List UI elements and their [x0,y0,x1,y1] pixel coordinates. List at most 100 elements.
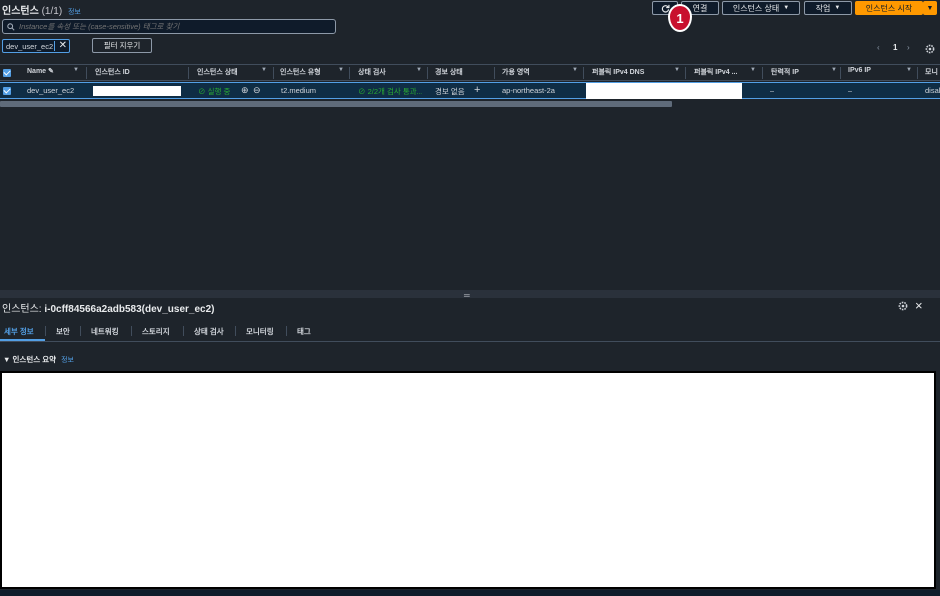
table-row[interactable]: dev_user_ec2 ⊘ 실행 중 ⊕ ⊖ t2.medium ⊘ 2/2개… [0,82,940,99]
column-header[interactable]: Name ✎ ▼ [27,67,79,79]
launch-instances-button[interactable]: 인스턴스 시작 [855,1,923,15]
sort-icon: ▼ [416,67,422,73]
instances-panel: 인스턴스 (1/1) 정보 연결 인스턴스 상태 ▼ 작업 ▼ 인스턴스 시작 ▼ … [0,0,940,290]
bottom-bar [0,590,940,596]
scrollbar-thumb[interactable] [0,101,672,107]
chevron-right-icon[interactable]: › [907,43,910,52]
sort-icon: ▼ [73,67,79,73]
availability-zone: ap-northeast-2a [502,86,555,95]
info-link[interactable]: 정보 [68,9,81,16]
active-tab-indicator [0,339,45,341]
check-circle-icon: ⊘ [198,87,206,96]
ipv6-ip: – [848,86,853,95]
edit-icon: ✎ [48,68,54,75]
select-all-checkbox[interactable] [3,69,11,77]
gear-icon[interactable] [925,44,935,54]
actions-dropdown[interactable]: 작업 ▼ [804,1,852,15]
redacted-summary [0,371,936,589]
add-alarm-icon[interactable]: + [474,84,480,96]
tab-status-checks[interactable]: 상태 검사 [194,326,224,337]
row-checkbox[interactable] [3,87,11,95]
detail-title: 인스턴스: i-0cff84566a2adb583(dev_user_ec2) [2,304,215,315]
annotation-marker: 1 [668,4,692,32]
close-icon[interactable]: ✕ [59,40,67,51]
chevron-left-icon[interactable]: ‹ [877,43,880,52]
column-header[interactable]: 퍼블릭 IPv4 ... ▼ [694,67,756,79]
zoom-out-icon[interactable]: ⊖ [253,85,261,96]
search-input[interactable] [19,22,329,31]
caret-down-icon: ▼ [926,4,934,12]
tab-tags[interactable]: 태그 [297,326,311,337]
redacted-public-dns [586,83,742,99]
sort-icon: ▼ [831,67,837,73]
status-check: ⊘ 2/2개 검사 통과... [358,87,422,96]
launch-options-button[interactable]: ▼ [923,1,937,15]
page-title: 인스턴스 (1/1) 정보 [2,6,81,17]
instance-name: dev_user_ec2 [27,86,75,95]
sort-icon: ▼ [674,67,680,73]
column-header[interactable]: 상태 검사 ▼ [358,67,422,79]
column-divider [273,67,274,79]
column-divider [917,67,918,79]
instance-summary-header[interactable]: ▼ 인스턴스 요약 정보 [3,354,74,365]
tab-networking[interactable]: 네트워킹 [91,326,119,337]
search-bar[interactable] [2,19,336,34]
column-header[interactable]: 인스턴스 상태 ▼ [197,67,267,79]
column-header[interactable]: 인스턴스 ID [95,67,183,79]
detail-tabs: 세부 정보 보안 네트워킹 스토리지 상태 검사 모니터링 태그 [0,320,940,342]
column-header[interactable]: IPv6 IP ▼ [848,67,912,79]
instance-detail-panel: 인스턴스: i-0cff84566a2adb583(dev_user_ec2) … [0,298,940,596]
gear-icon[interactable] [898,301,908,311]
check-circle-icon: ⊘ [358,87,366,96]
sort-icon: ▼ [572,67,578,73]
sort-icon: ▼ [261,67,267,73]
redacted-instance-id [93,86,181,96]
tab-details[interactable]: 세부 정보 [4,326,34,337]
tab-divider [286,326,287,336]
close-icon[interactable]: × [915,298,923,313]
tab-divider [183,326,184,336]
column-divider [427,67,428,79]
caret-down-icon: ▼ [834,5,841,11]
column-divider [349,67,350,79]
column-divider [494,67,495,79]
column-header[interactable]: 모니 [925,67,940,79]
sort-icon: ▼ [338,67,344,73]
caret-down-icon: ▼ [3,355,11,364]
tab-divider [235,326,236,336]
sort-icon: ▼ [750,67,756,73]
instance-state: ⊘ 실행 중 [198,87,231,96]
column-divider [188,67,189,79]
caret-down-icon: ▼ [783,5,790,11]
zoom-in-icon[interactable]: ⊕ [241,85,249,96]
page-number[interactable]: 1 [893,43,897,52]
filter-token[interactable]: dev_user_ec2 ✕ [2,39,70,53]
tab-divider [80,326,81,336]
column-divider [762,67,763,79]
table-empty-area [0,108,940,290]
alarm-status: 경보 없음 [435,87,465,96]
column-header[interactable]: 탄력적 IP ▼ [771,67,837,79]
clear-filters-button[interactable]: 필터 지우기 [92,38,152,53]
monitoring: disal [925,86,940,95]
instance-state-dropdown[interactable]: 인스턴스 상태 ▼ [722,1,800,15]
token-divider [54,41,55,51]
column-divider [840,67,841,79]
horizontal-scrollbar[interactable] [0,100,940,108]
panel-splitter[interactable]: ═ [0,290,940,300]
elastic-ip: – [770,86,775,95]
column-header[interactable]: 경보 상태 [435,67,487,79]
sort-icon: ▼ [906,67,912,73]
column-divider [86,67,87,79]
tab-monitoring[interactable]: 모니터링 [246,326,274,337]
search-icon [7,22,15,31]
column-header[interactable]: 퍼블릭 IPv4 DNS ▼ [592,67,680,79]
tab-security[interactable]: 보안 [56,326,70,337]
info-link[interactable]: 정보 [61,357,74,364]
tab-divider [45,326,46,336]
column-header[interactable]: 가용 영역 ▼ [502,67,578,79]
column-header[interactable]: 인스턴스 유형 ▼ [280,67,344,79]
column-divider [685,67,686,79]
tab-storage[interactable]: 스토리지 [142,326,170,337]
column-divider [583,67,584,79]
